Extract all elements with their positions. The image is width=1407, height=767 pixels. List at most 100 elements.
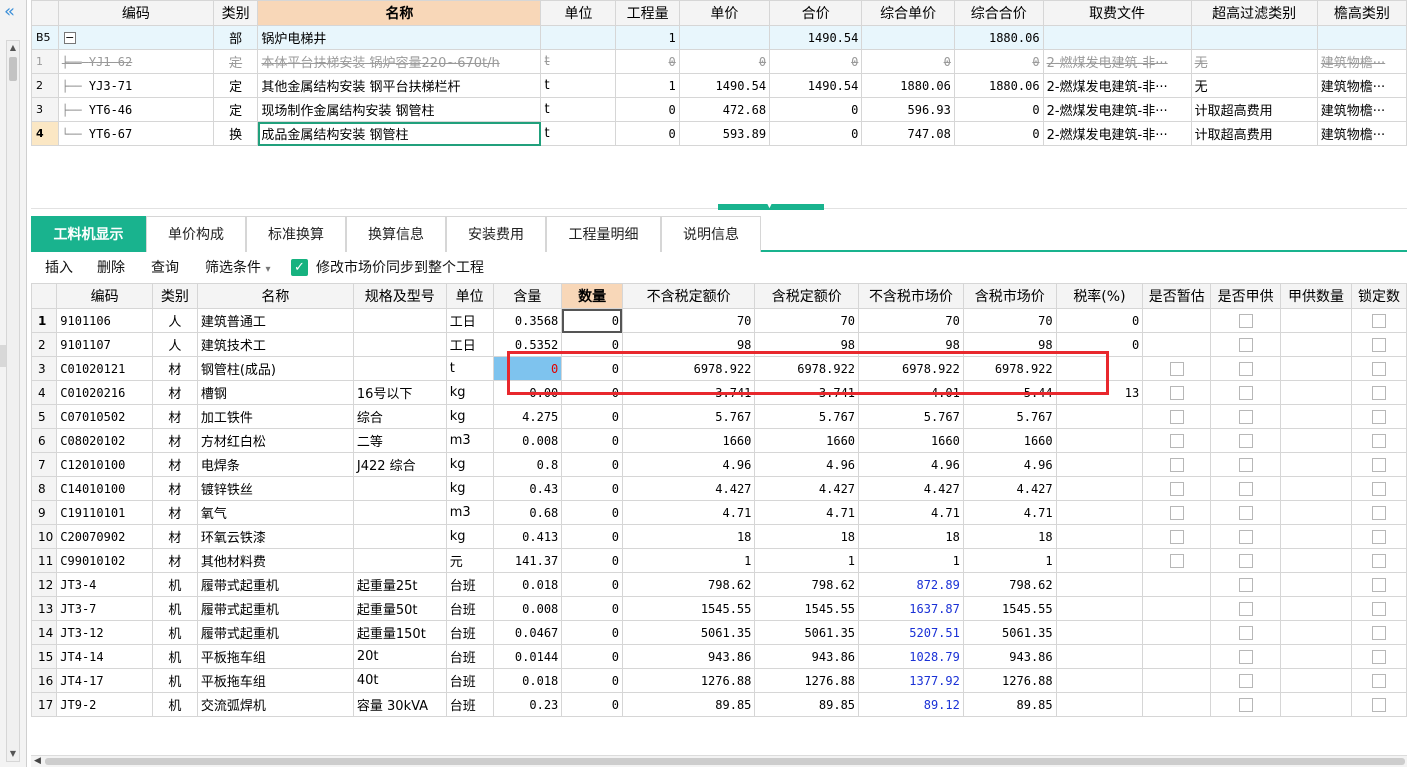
checkbox-icon[interactable]	[1238, 529, 1253, 544]
is-owner-supplied-cell[interactable]	[1210, 428, 1282, 453]
sync-checkbox[interactable]: ✓	[291, 259, 308, 276]
market-price-ex-tax-cell[interactable]: 5.767	[858, 404, 964, 429]
spec-cell[interactable]: 二等	[352, 428, 447, 453]
type-cell[interactable]: 材	[151, 476, 198, 501]
is-provisional-cell[interactable]	[1142, 620, 1212, 645]
total-price-cell[interactable]: 0	[769, 121, 863, 146]
fee-file-cell[interactable]: 2-燃煤发电建筑-非···	[1042, 97, 1192, 122]
quota-price-inc-tax-cell[interactable]: 1	[754, 548, 860, 573]
table-row[interactable]: 15 JT4-14 机平板拖车组 20t 台班 0.0144 0 943.86 943.86 10…	[31, 644, 1407, 669]
table-row[interactable]: 1 ├── YJ1-62 定 本体平台扶梯安装 锅炉容量220~670t/h t…	[31, 49, 1407, 74]
header-market-price-ex-tax[interactable]: 不含税市场价	[858, 283, 964, 309]
tab-conversion-info[interactable]: 换算信息	[346, 216, 446, 252]
quota-price-ex-tax-cell[interactable]: 798.62	[621, 572, 756, 597]
checkbox-icon[interactable]	[1238, 625, 1253, 640]
is-provisional-cell[interactable]	[1142, 428, 1212, 453]
name-cell[interactable]: 镀锌铁丝	[196, 476, 354, 501]
is-provisional-cell[interactable]	[1142, 380, 1212, 405]
is-provisional-cell[interactable]	[1142, 308, 1212, 333]
total-price-cell[interactable]: 0	[769, 97, 863, 122]
header-height-filter[interactable]: 超高过滤类别	[1190, 0, 1318, 26]
name-cell[interactable]: 平板拖车组	[196, 644, 354, 669]
filter-conditions-button[interactable]: 筛选条件 ▾	[205, 258, 270, 280]
quantity-cell[interactable]: 0	[615, 97, 680, 122]
type-cell[interactable]: 机	[151, 596, 198, 621]
tax-rate-cell[interactable]	[1055, 452, 1144, 477]
pane-splitter-handle[interactable]: ▼	[718, 200, 824, 210]
unit-price-cell[interactable]: 593.89	[678, 121, 771, 146]
quota-price-inc-tax-cell[interactable]: 5.767	[754, 404, 860, 429]
owner-supplied-qty-cell[interactable]	[1280, 404, 1352, 429]
name-cell[interactable]: 其他金属结构安装 钢平台扶梯栏杆	[257, 73, 542, 98]
checkbox-icon[interactable]	[1169, 433, 1184, 448]
owner-supplied-qty-cell[interactable]	[1280, 356, 1352, 381]
is-owner-supplied-cell[interactable]	[1210, 692, 1282, 717]
quantity-cell[interactable]: 0	[561, 572, 623, 597]
code-cell[interactable]: C01020216	[56, 380, 153, 405]
type-cell[interactable]: 材	[151, 500, 198, 525]
comp-unit-price-cell[interactable]: 747.08	[861, 121, 955, 146]
is-owner-supplied-cell[interactable]	[1210, 596, 1282, 621]
spec-cell[interactable]: 20t	[352, 644, 447, 669]
content-cell[interactable]: 0.00	[492, 380, 563, 405]
spec-cell[interactable]	[352, 332, 447, 357]
header-unit[interactable]: 单位	[445, 283, 494, 309]
header-eave-type[interactable]: 檐高类别	[1316, 0, 1407, 26]
scroll-left-arrow-icon[interactable]: ◀	[34, 756, 41, 767]
quantity-cell[interactable]: 0	[561, 404, 623, 429]
type-cell[interactable]: 定	[212, 49, 259, 74]
is-owner-supplied-cell[interactable]	[1210, 548, 1282, 573]
name-cell[interactable]: 槽钢	[196, 380, 354, 405]
tab-unit-price-composition[interactable]: 单价构成	[146, 216, 246, 252]
total-price-cell[interactable]: 1490.54	[769, 25, 863, 50]
name-cell[interactable]: 本体平台扶梯安装 锅炉容量220~670t/h	[257, 49, 542, 74]
type-cell[interactable]: 部	[212, 25, 259, 50]
quota-price-inc-tax-cell[interactable]: 1660	[754, 428, 860, 453]
eave-type-cell[interactable]: 建筑物檐···	[1316, 97, 1407, 122]
tax-rate-cell[interactable]	[1055, 572, 1144, 597]
locked-cell[interactable]	[1350, 596, 1407, 621]
market-price-inc-tax-cell[interactable]: 798.62	[962, 572, 1057, 597]
locked-cell[interactable]	[1350, 380, 1407, 405]
name-cell[interactable]: 加工铁件	[196, 404, 354, 429]
name-cell[interactable]: 平板拖车组	[196, 668, 354, 693]
checkbox-icon[interactable]	[1371, 697, 1386, 712]
name-cell[interactable]: 现场制作金属结构安装 钢管柱	[257, 97, 542, 122]
owner-supplied-qty-cell[interactable]	[1280, 572, 1352, 597]
spec-cell[interactable]	[352, 524, 447, 549]
header-name[interactable]: 名称	[257, 0, 542, 26]
scroll-up-arrow-icon[interactable]: ▲	[8, 43, 18, 53]
checkbox-icon[interactable]	[1238, 673, 1253, 688]
height-filter-cell[interactable]: 计取超高费用	[1190, 121, 1318, 146]
quota-price-inc-tax-cell[interactable]: 70	[754, 308, 860, 333]
header-is-provisional[interactable]: 是否暂估	[1142, 283, 1212, 309]
type-cell[interactable]: 定	[212, 73, 259, 98]
scrollbar-thumb[interactable]	[45, 758, 1405, 765]
content-cell[interactable]: 141.37	[492, 548, 563, 573]
checkbox-icon[interactable]	[1371, 337, 1386, 352]
tax-rate-cell[interactable]: 0	[1055, 308, 1144, 333]
fee-file-cell[interactable]: 2-燃煤发电建筑-非···	[1042, 73, 1192, 98]
is-provisional-cell[interactable]	[1142, 524, 1212, 549]
content-cell[interactable]: 0.3568	[492, 308, 563, 333]
market-price-ex-tax-cell[interactable]: 70	[858, 308, 964, 333]
collapse-cell[interactable]: −	[57, 25, 214, 50]
collapse-panel-icon[interactable]: «	[4, 2, 15, 22]
table-row[interactable]: 12 JT3-4 机履带式起重机 起重量25t 台班 0.018 0 798.62 798.62…	[31, 572, 1407, 597]
checkbox-icon[interactable]	[1169, 481, 1184, 496]
quantity-cell[interactable]: 0	[615, 49, 680, 74]
checkbox-icon[interactable]	[1371, 457, 1386, 472]
checkbox-icon[interactable]	[1238, 385, 1253, 400]
market-price-inc-tax-cell[interactable]: 5061.35	[962, 620, 1057, 645]
unit-cell[interactable]: kg	[445, 380, 494, 405]
quota-price-ex-tax-cell[interactable]: 98	[621, 332, 756, 357]
checkbox-icon[interactable]	[1238, 313, 1253, 328]
checkbox-icon[interactable]	[1371, 649, 1386, 664]
quota-price-ex-tax-cell[interactable]: 89.85	[621, 692, 756, 717]
unit-cell[interactable]: t	[540, 49, 617, 74]
total-price-cell[interactable]: 1490.54	[769, 73, 863, 98]
unit-price-cell[interactable]	[678, 25, 771, 50]
comp-total-price-cell[interactable]: 1880.06	[953, 25, 1044, 50]
header-is-owner-supplied[interactable]: 是否甲供	[1210, 283, 1282, 309]
header-tax-rate[interactable]: 税率(%)	[1055, 283, 1144, 309]
